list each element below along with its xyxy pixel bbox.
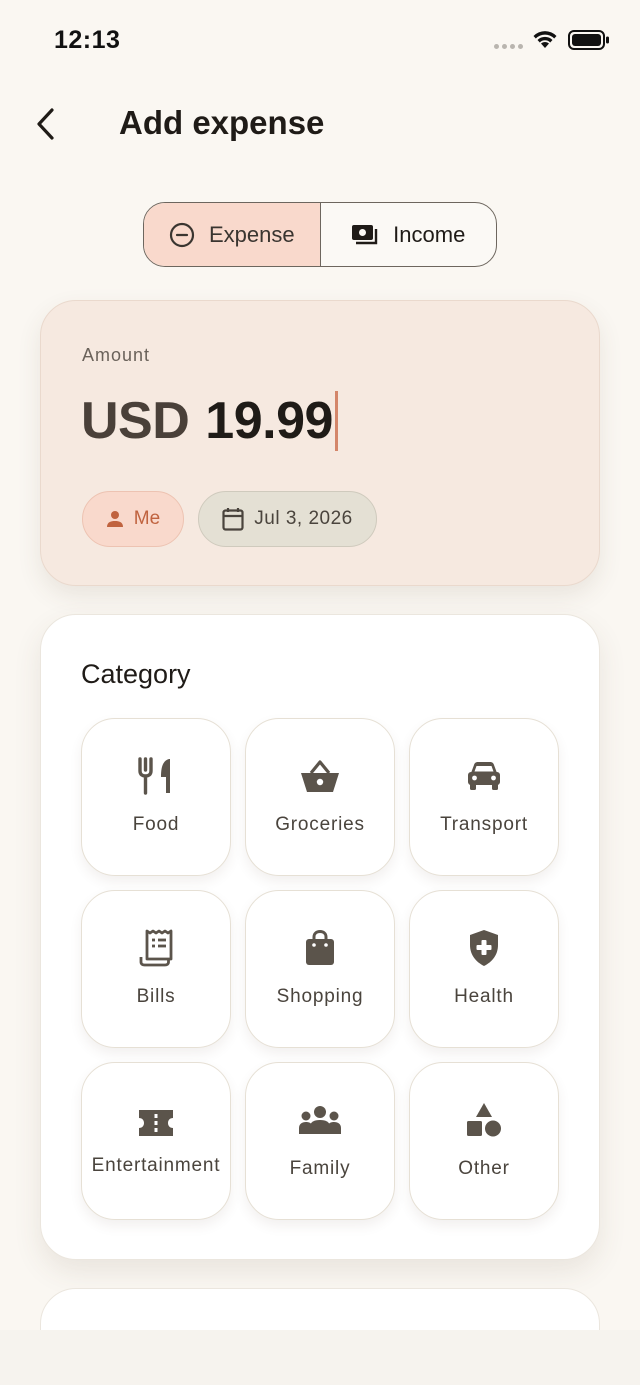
category-food[interactable]: Food (81, 718, 231, 876)
basket-icon (301, 760, 339, 792)
next-section-card (40, 1288, 600, 1330)
shield-plus-icon (470, 930, 498, 966)
amount-card: Amount USD 19.99 Me Jul 3, 2026 (40, 300, 600, 586)
amount-label: Amount (82, 345, 151, 365)
shapes-icon (467, 1103, 501, 1137)
category-health[interactable]: Health (409, 890, 559, 1048)
ticket-icon (139, 1110, 173, 1136)
expense-income-toggle: Expense Income (143, 202, 497, 267)
category-transport[interactable]: Transport (409, 718, 559, 876)
cellular-signal-icon (494, 44, 523, 49)
category-label: Bills (136, 986, 176, 1007)
category-label: Entertainment (91, 1155, 221, 1176)
income-tab[interactable]: Income (321, 203, 497, 266)
wifi-icon (533, 31, 557, 48)
category-family[interactable]: Family (245, 1062, 395, 1220)
bottom-area (0, 1330, 640, 1385)
calendar-icon (222, 508, 244, 531)
category-entertainment[interactable]: Entertainment (81, 1062, 231, 1220)
payer-chip[interactable]: Me (82, 491, 184, 547)
shopping-bag-icon (306, 930, 334, 965)
category-other[interactable]: Other (409, 1062, 559, 1220)
category-label: Family (289, 1158, 351, 1179)
expense-tab-label: Expense (208, 221, 295, 247)
amount-value: 19.99 (205, 392, 333, 450)
category-shopping[interactable]: Shopping (245, 890, 395, 1048)
status-time: 12:13 (54, 26, 121, 54)
date-chip[interactable]: Jul 3, 2026 (198, 491, 377, 547)
utensils-icon (138, 757, 170, 795)
expense-tab[interactable]: Expense (144, 203, 321, 266)
category-label: Food (132, 814, 180, 835)
cash-icon (352, 224, 378, 244)
category-title: Category (81, 659, 191, 689)
category-groceries[interactable]: Groceries (245, 718, 395, 876)
category-label: Groceries (275, 814, 365, 835)
category-label: Shopping (276, 986, 364, 1007)
income-tab-label: Income (393, 221, 466, 247)
minus-circle-icon (169, 222, 195, 247)
currency-code: USD (81, 392, 190, 450)
payer-chip-label: Me (133, 508, 161, 529)
people-icon (299, 1106, 341, 1134)
car-icon (468, 762, 500, 790)
back-arrow-icon[interactable] (30, 104, 64, 144)
category-label: Transport (440, 814, 528, 835)
text-caret (334, 391, 338, 451)
category-bills[interactable]: Bills (81, 890, 231, 1048)
amount-input[interactable]: USD 19.99 (81, 391, 338, 451)
receipt-icon (139, 929, 173, 967)
category-card: Category Food Groceries Transport Bills … (40, 614, 600, 1260)
date-chip-label: Jul 3, 2026 (254, 508, 353, 529)
battery-icon (568, 30, 609, 50)
page-title: Add expense (119, 104, 325, 141)
status-bar: 12:13 (0, 0, 640, 80)
category-label: Health (454, 986, 514, 1007)
category-label: Other (458, 1158, 510, 1179)
person-icon (106, 511, 123, 527)
screen: 12:13 Add expense Expense Income Amount … (0, 0, 640, 1330)
